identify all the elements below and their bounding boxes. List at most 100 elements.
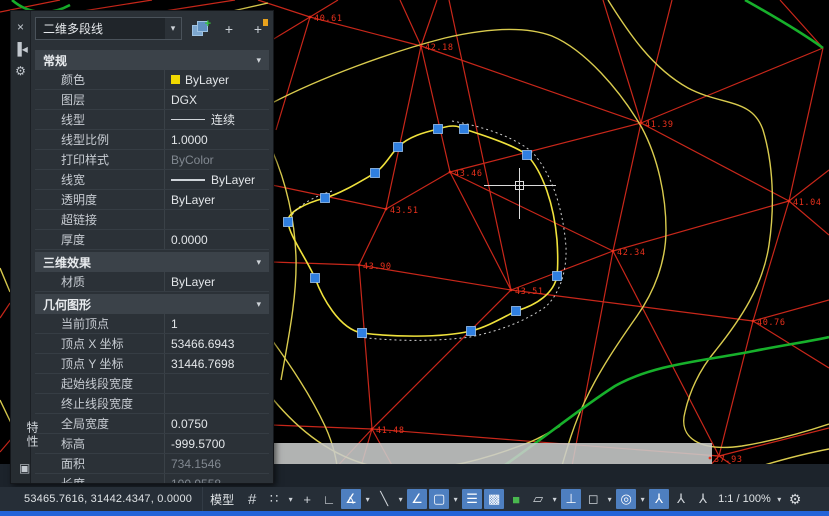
transparency-icon[interactable]: ▩ <box>484 489 504 509</box>
property-value[interactable]: 100.9558 <box>164 474 269 483</box>
section-header[interactable]: 几何图形▾ <box>35 294 269 314</box>
snap-mode-icon[interactable]: ∷ <box>264 489 284 509</box>
vertex-grip[interactable] <box>523 151 532 160</box>
vertex-grip[interactable] <box>434 125 443 134</box>
property-row[interactable]: 厚度0.0000 <box>35 230 269 250</box>
property-row[interactable]: 长度100.9558 <box>35 474 269 483</box>
property-row[interactable]: 打印样式ByColor <box>35 150 269 170</box>
collapse-icon[interactable]: ▾ <box>256 55 261 66</box>
property-row[interactable]: 面积734.1546 <box>35 454 269 474</box>
property-row[interactable]: 全局宽度0.0750 <box>35 414 269 434</box>
settings-icon[interactable]: ⚙ <box>15 65 26 77</box>
property-row[interactable]: 线型比例1.0000 <box>35 130 269 150</box>
annotation-scale-icon[interactable]: ⅄ <box>693 489 713 509</box>
palette-dock-icon[interactable]: ▣ <box>19 461 30 475</box>
vertex-grip[interactable] <box>371 169 380 178</box>
snap-dropdown-icon[interactable]: ▾ <box>285 489 296 509</box>
auto-hide-icon[interactable]: ▐◂ <box>13 43 28 55</box>
vertex-grip[interactable] <box>358 329 367 338</box>
property-row[interactable]: 超链接 <box>35 210 269 230</box>
spot-elevation-label: 41.04 <box>793 198 822 208</box>
isodraft-icon[interactable]: ╲ <box>374 489 394 509</box>
object-snap-icon[interactable]: ▢ <box>429 489 449 509</box>
section-header[interactable]: 常规▾ <box>35 50 269 70</box>
zoom-scale-label: 1:1 / 100% <box>718 493 771 505</box>
gizmo-icon[interactable]: ◎ <box>616 489 636 509</box>
vertex-grip[interactable] <box>467 327 476 336</box>
property-value[interactable] <box>164 210 269 229</box>
property-value[interactable]: DGX <box>164 90 269 109</box>
property-row[interactable]: 颜色ByLayer <box>35 70 269 90</box>
vertex-grip[interactable] <box>394 143 403 152</box>
ortho-mode-icon[interactable]: ∟ <box>319 489 339 509</box>
3d-osnap-icon[interactable]: ▱ <box>528 489 548 509</box>
property-row[interactable]: 终止线段宽度 <box>35 394 269 414</box>
linetype-glyph <box>171 179 205 181</box>
property-value[interactable]: -999.5700 <box>164 434 269 453</box>
3d-osnap-dropdown-icon[interactable]: ▾ <box>549 489 560 509</box>
property-row[interactable]: 线型连续 <box>35 110 269 130</box>
property-value[interactable]: ByLayer <box>164 70 269 89</box>
annotation-visibility-icon[interactable]: ⅄ <box>649 489 669 509</box>
property-value[interactable]: 53466.6943 <box>164 334 269 353</box>
select-objects-icon[interactable]: + <box>218 19 240 39</box>
property-row[interactable]: 材质ByLayer <box>35 272 269 292</box>
property-value[interactable]: ByLayer <box>164 190 269 209</box>
zoom-dropdown-icon[interactable]: ▾ <box>774 489 785 509</box>
property-row[interactable]: 标高-999.5700 <box>35 434 269 454</box>
selected-polyline[interactable] <box>288 126 558 336</box>
dynamic-ucs-icon[interactable]: ⊥ <box>561 489 581 509</box>
collapse-icon[interactable]: ▾ <box>256 257 261 268</box>
vertex-grip[interactable] <box>512 307 521 316</box>
model-space-button[interactable]: 模型 <box>202 487 241 511</box>
isodraft-dropdown-icon[interactable]: ▾ <box>395 489 406 509</box>
zoom-scale-control[interactable]: 1:1 / 100% ▾ <box>718 489 785 509</box>
grid-display-icon[interactable]: # <box>242 489 262 509</box>
pickadd-toggle-icon[interactable]: + <box>189 19 211 39</box>
quick-select-icon[interactable]: + <box>247 19 269 39</box>
property-value[interactable]: 0.0750 <box>164 414 269 433</box>
object-type-dropdown[interactable]: 二维多段线 ▾ <box>35 17 182 40</box>
close-icon[interactable]: × <box>17 21 24 33</box>
vertex-grip[interactable] <box>321 194 330 203</box>
polar-tracking-icon[interactable]: ∡ <box>341 489 361 509</box>
annotation-autoscale-icon[interactable]: ⅄ <box>671 489 691 509</box>
selection-cycling-icon[interactable]: ■ <box>506 489 526 509</box>
section-title: 三维效果 <box>43 254 91 271</box>
selection-filter-icon[interactable]: ◻ <box>583 489 603 509</box>
property-value[interactable]: 734.1546 <box>164 454 269 473</box>
property-label: 终止线段宽度 <box>35 395 164 412</box>
property-row[interactable]: 当前顶点1 <box>35 314 269 334</box>
osnap-tracking-icon[interactable]: ∠ <box>407 489 427 509</box>
vertex-grip[interactable] <box>284 218 293 227</box>
property-value[interactable]: 1 <box>164 314 269 333</box>
property-row[interactable]: 起始线段宽度 <box>35 374 269 394</box>
customization-gear-icon[interactable]: ⚙ <box>789 491 802 508</box>
property-row[interactable]: 顶点 X 坐标53466.6943 <box>35 334 269 354</box>
gizmo-dropdown-icon[interactable]: ▾ <box>637 489 648 509</box>
property-row[interactable]: 图层DGX <box>35 90 269 110</box>
property-value[interactable]: ByLayer <box>164 170 269 189</box>
selection-filter-dropdown-icon[interactable]: ▾ <box>604 489 615 509</box>
property-value[interactable]: 0.0000 <box>164 230 269 249</box>
property-value[interactable] <box>164 394 269 413</box>
property-label: 颜色 <box>35 71 164 88</box>
property-value[interactable] <box>164 374 269 393</box>
property-value[interactable]: 连续 <box>164 110 269 129</box>
lineweight-icon[interactable]: ☰ <box>462 489 482 509</box>
property-value[interactable]: ByColor <box>164 150 269 169</box>
property-value[interactable]: ByLayer <box>164 272 269 291</box>
polar-tracking-dropdown-icon[interactable]: ▾ <box>362 489 373 509</box>
property-value[interactable]: 31446.7698 <box>164 354 269 373</box>
property-row[interactable]: 透明度ByLayer <box>35 190 269 210</box>
property-row[interactable]: 线宽ByLayer <box>35 170 269 190</box>
vertex-grip[interactable] <box>553 272 562 281</box>
property-value[interactable]: 1.0000 <box>164 130 269 149</box>
vertex-grip[interactable] <box>460 125 469 134</box>
section-header[interactable]: 三维效果 ▾ <box>35 252 269 272</box>
dynamic-input-icon[interactable]: + <box>297 489 317 509</box>
vertex-grip[interactable] <box>311 274 320 283</box>
property-row[interactable]: 顶点 Y 坐标31446.7698 <box>35 354 269 374</box>
object-snap-dropdown-icon[interactable]: ▾ <box>450 489 461 509</box>
collapse-icon[interactable]: ▾ <box>256 299 261 310</box>
